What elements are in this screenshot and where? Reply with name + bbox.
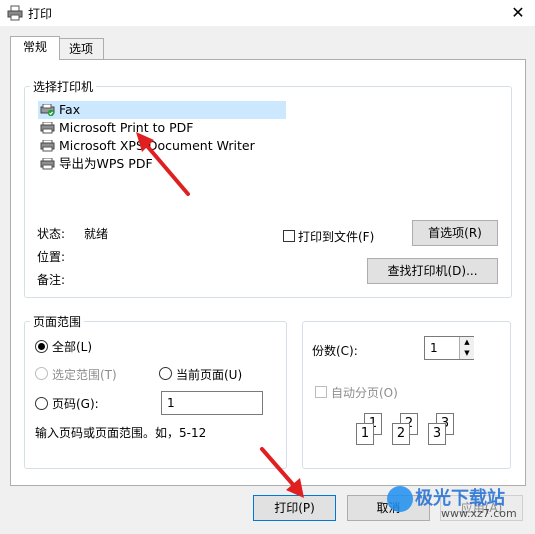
collate-label: 自动分页(O): [331, 386, 398, 400]
window-title: 打印: [28, 7, 53, 21]
watermark-logo-icon: [387, 486, 413, 512]
printer-group-title: 选择打印机: [30, 78, 97, 95]
collate-page-icon: 3: [428, 423, 446, 445]
printer-label: Fax: [59, 102, 81, 117]
printer-icon: [7, 5, 23, 21]
find-printer-button[interactable]: 查找打印机(D)...: [367, 258, 498, 284]
location-label: 位置:: [37, 250, 66, 264]
annotation-arrow-icon: [260, 447, 304, 498]
copies-down-button[interactable]: ▼: [459, 348, 474, 359]
fax-icon: [40, 104, 55, 116]
collate-illustration: 1 1 2 2 3 3: [356, 413, 464, 449]
current-page-label: 当前页面(U): [176, 368, 243, 382]
status-label: 状态:: [37, 227, 66, 241]
tab-options-label: 选项: [68, 42, 93, 56]
comment-label: 备注:: [37, 273, 66, 287]
pages-input[interactable]: 1: [161, 391, 263, 415]
selection-radio: [35, 367, 48, 380]
watermark-url: www.xz7.com: [441, 507, 517, 520]
collate-page-icon: 1: [356, 423, 374, 445]
collate-checkbox: [315, 386, 327, 398]
print-to-file-label: 打印到文件(F): [298, 230, 375, 244]
copies-label: 份数(C):: [312, 344, 358, 358]
tab-options[interactable]: 选项: [58, 38, 104, 61]
pages-label: 页码(G):: [52, 397, 99, 411]
all-pages-label: 全部(L): [52, 340, 93, 354]
annotation-arrow-icon: [136, 132, 190, 196]
preferences-button[interactable]: 首选项(R): [412, 220, 498, 246]
printer-icon: [40, 158, 55, 170]
watermark: 极光下载站 www.xz7.com: [387, 484, 527, 528]
selection-label: 选定范围(T): [52, 368, 117, 382]
all-pages-radio[interactable]: [35, 340, 48, 353]
printer-item-fax[interactable]: Fax: [38, 101, 286, 119]
page-range-hint: 输入页码或页面范围。如，5-12: [35, 426, 207, 440]
collate-page-icon: 2: [392, 423, 410, 445]
printer-icon: [40, 122, 55, 134]
close-button[interactable]: ✕: [506, 2, 530, 24]
title-bar: [0, 0, 535, 26]
page-range-title: 页面范围: [30, 313, 85, 330]
current-page-radio[interactable]: [159, 367, 172, 380]
status-value: 就绪: [84, 227, 109, 241]
tab-general[interactable]: 常规: [10, 36, 60, 60]
tab-general-label: 常规: [22, 40, 47, 54]
printer-icon: [40, 140, 55, 152]
print-to-file-checkbox[interactable]: [283, 230, 295, 242]
copies-up-button[interactable]: ▲: [459, 337, 474, 348]
pages-radio[interactable]: [35, 397, 48, 410]
